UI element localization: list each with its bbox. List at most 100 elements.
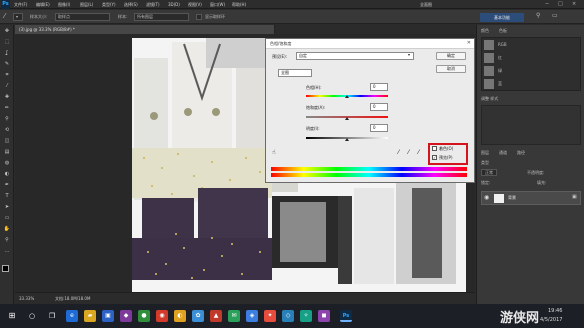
- saturation-slider-thumb[interactable]: [345, 117, 349, 120]
- workspace-basic-button[interactable]: 基本功能: [480, 13, 524, 22]
- eraser-tool-icon[interactable]: ◫: [3, 138, 11, 145]
- eyedropper-icon[interactable]: ⁄: [4, 12, 5, 20]
- tab-layers[interactable]: 图层: [481, 149, 489, 157]
- menu-help[interactable]: 帮助(H): [232, 2, 246, 8]
- history-brush-tool-icon[interactable]: ⟲: [3, 127, 11, 134]
- maximize-icon[interactable]: □: [558, 1, 563, 7]
- visibility-eye-icon[interactable]: ◉: [484, 194, 489, 201]
- dodge-tool-icon[interactable]: ◐: [3, 171, 11, 178]
- zoom-tool-icon[interactable]: ⚲: [3, 237, 11, 244]
- channel-select[interactable]: 全图: [278, 69, 312, 77]
- type-tool-icon[interactable]: T: [3, 193, 11, 200]
- menu-select[interactable]: 选择(S): [124, 2, 138, 8]
- menu-image[interactable]: 图像(I): [58, 2, 70, 8]
- blend-mode-select[interactable]: 正常: [481, 169, 497, 176]
- sample-select[interactable]: 所有图层: [134, 13, 189, 21]
- close-icon[interactable]: ×: [572, 1, 576, 7]
- marquee-tool-icon[interactable]: ⬚: [3, 39, 11, 46]
- minimize-icon[interactable]: −: [545, 1, 549, 7]
- tool-preset-picker[interactable]: ▾: [13, 13, 23, 21]
- zoom-level[interactable]: 33.33%: [19, 296, 34, 301]
- app-icon[interactable]: ▲: [210, 310, 222, 322]
- menu-window[interactable]: 窗口(W): [210, 2, 225, 8]
- app-icon[interactable]: ◆: [120, 310, 132, 322]
- store-icon[interactable]: ▣: [102, 310, 114, 322]
- app-icon[interactable]: ●: [138, 310, 150, 322]
- windows-start-icon[interactable]: ⊞: [6, 310, 18, 322]
- show-ring-checkbox[interactable]: [196, 14, 202, 20]
- cancel-button[interactable]: 取消: [436, 65, 466, 73]
- hand-adjust-icon[interactable]: ☝: [272, 149, 276, 156]
- channel-rgb[interactable]: RGB: [498, 41, 507, 49]
- wechat-icon[interactable]: ✉: [228, 310, 240, 322]
- menu-type[interactable]: 类型(Y): [102, 2, 116, 8]
- lightness-slider-thumb[interactable]: [345, 138, 349, 141]
- move-tool-icon[interactable]: ✥: [3, 28, 11, 35]
- app-icon[interactable]: ◉: [156, 310, 168, 322]
- brush-tool-icon[interactable]: ✏: [3, 105, 11, 112]
- workspace-label[interactable]: 全面图: [420, 2, 432, 8]
- gradient-tool-icon[interactable]: ▤: [3, 149, 11, 156]
- healing-tool-icon[interactable]: ✚: [3, 94, 11, 101]
- app-icon[interactable]: ◐: [174, 310, 186, 322]
- channel-green[interactable]: 绿: [498, 67, 502, 75]
- app-icon[interactable]: ✦: [264, 310, 276, 322]
- menu-3d[interactable]: 3D(D): [168, 2, 180, 7]
- lightness-input[interactable]: 0: [370, 124, 388, 132]
- preset-select[interactable]: 自定: [296, 52, 414, 60]
- tab-swatches[interactable]: 色板: [499, 27, 507, 35]
- menu-filter[interactable]: 滤镜(T): [146, 2, 160, 8]
- preview-checkbox[interactable]: ✓: [432, 155, 437, 160]
- colorize-checkbox[interactable]: [432, 146, 437, 151]
- channel-red[interactable]: 红: [498, 54, 502, 62]
- layer-name[interactable]: 背景: [508, 195, 516, 201]
- sample-size-select[interactable]: 取样点: [55, 13, 110, 21]
- file-explorer-icon[interactable]: ▰: [84, 310, 96, 322]
- adjustments-tab[interactable]: 调整 样式: [481, 95, 498, 103]
- app-icon[interactable]: ◇: [282, 310, 294, 322]
- clock-time[interactable]: 19:46: [548, 308, 562, 314]
- eyedropper-icon[interactable]: ⁄: [398, 149, 399, 156]
- shape-tool-icon[interactable]: ▭: [3, 215, 11, 222]
- app-icon[interactable]: ◼: [318, 310, 330, 322]
- app-icon[interactable]: ✿: [192, 310, 204, 322]
- tab-channels[interactable]: 通道: [499, 149, 507, 157]
- tab-paths[interactable]: 路径: [517, 149, 525, 157]
- photoshop-taskbar-icon[interactable]: Ps: [340, 310, 352, 322]
- preset-options-icon[interactable]: ▾: [408, 52, 410, 57]
- crop-tool-icon[interactable]: ⌗: [3, 72, 11, 79]
- blur-tool-icon[interactable]: ◍: [3, 160, 11, 167]
- layer-row[interactable]: ◉ 背景 ▣: [481, 191, 581, 205]
- menu-file[interactable]: 文件(F): [14, 2, 27, 8]
- edge-icon[interactable]: e: [66, 310, 78, 322]
- tab-color[interactable]: 颜色: [481, 27, 489, 35]
- app-icon[interactable]: ◈: [246, 310, 258, 322]
- clone-stamp-tool-icon[interactable]: ⚲: [3, 116, 11, 123]
- search-icon[interactable]: ○: [26, 310, 38, 322]
- app-icon[interactable]: ✧: [300, 310, 312, 322]
- more-tool-icon[interactable]: …: [3, 248, 11, 255]
- search-icon[interactable]: ⚲: [536, 12, 540, 19]
- hue-input[interactable]: 0: [370, 83, 388, 91]
- eyedropper-tool-icon[interactable]: ⁄: [3, 83, 11, 90]
- document-tab[interactable]: (3).jpg @ 33.3% (RGB/8#) *: [15, 25, 275, 34]
- path-select-tool-icon[interactable]: ➤: [3, 204, 11, 211]
- hue-slider-thumb[interactable]: [345, 95, 349, 98]
- menu-view[interactable]: 视图(V): [188, 2, 202, 8]
- menu-layer[interactable]: 图层(L): [80, 2, 93, 8]
- task-view-icon[interactable]: ❐: [46, 310, 58, 322]
- layer-kind-filter[interactable]: 类型: [481, 159, 489, 167]
- eyedropper-plus-icon[interactable]: ⁄: [408, 149, 409, 156]
- eyedropper-minus-icon[interactable]: ⁄: [418, 149, 419, 156]
- workspace-icon[interactable]: ▭: [552, 12, 558, 19]
- channel-blue[interactable]: 蓝: [498, 80, 502, 88]
- pen-tool-icon[interactable]: ✒: [3, 182, 11, 189]
- ok-button[interactable]: 确定: [436, 52, 466, 60]
- lasso-tool-icon[interactable]: ʆ: [3, 50, 11, 57]
- foreground-color-swatch[interactable]: [2, 265, 9, 272]
- hand-tool-icon[interactable]: ✋: [3, 226, 11, 233]
- menu-edit[interactable]: 编辑(E): [36, 2, 50, 8]
- quick-select-tool-icon[interactable]: ✎: [3, 61, 11, 68]
- saturation-input[interactable]: 0: [370, 103, 388, 111]
- dialog-close-icon[interactable]: ✕: [467, 40, 471, 46]
